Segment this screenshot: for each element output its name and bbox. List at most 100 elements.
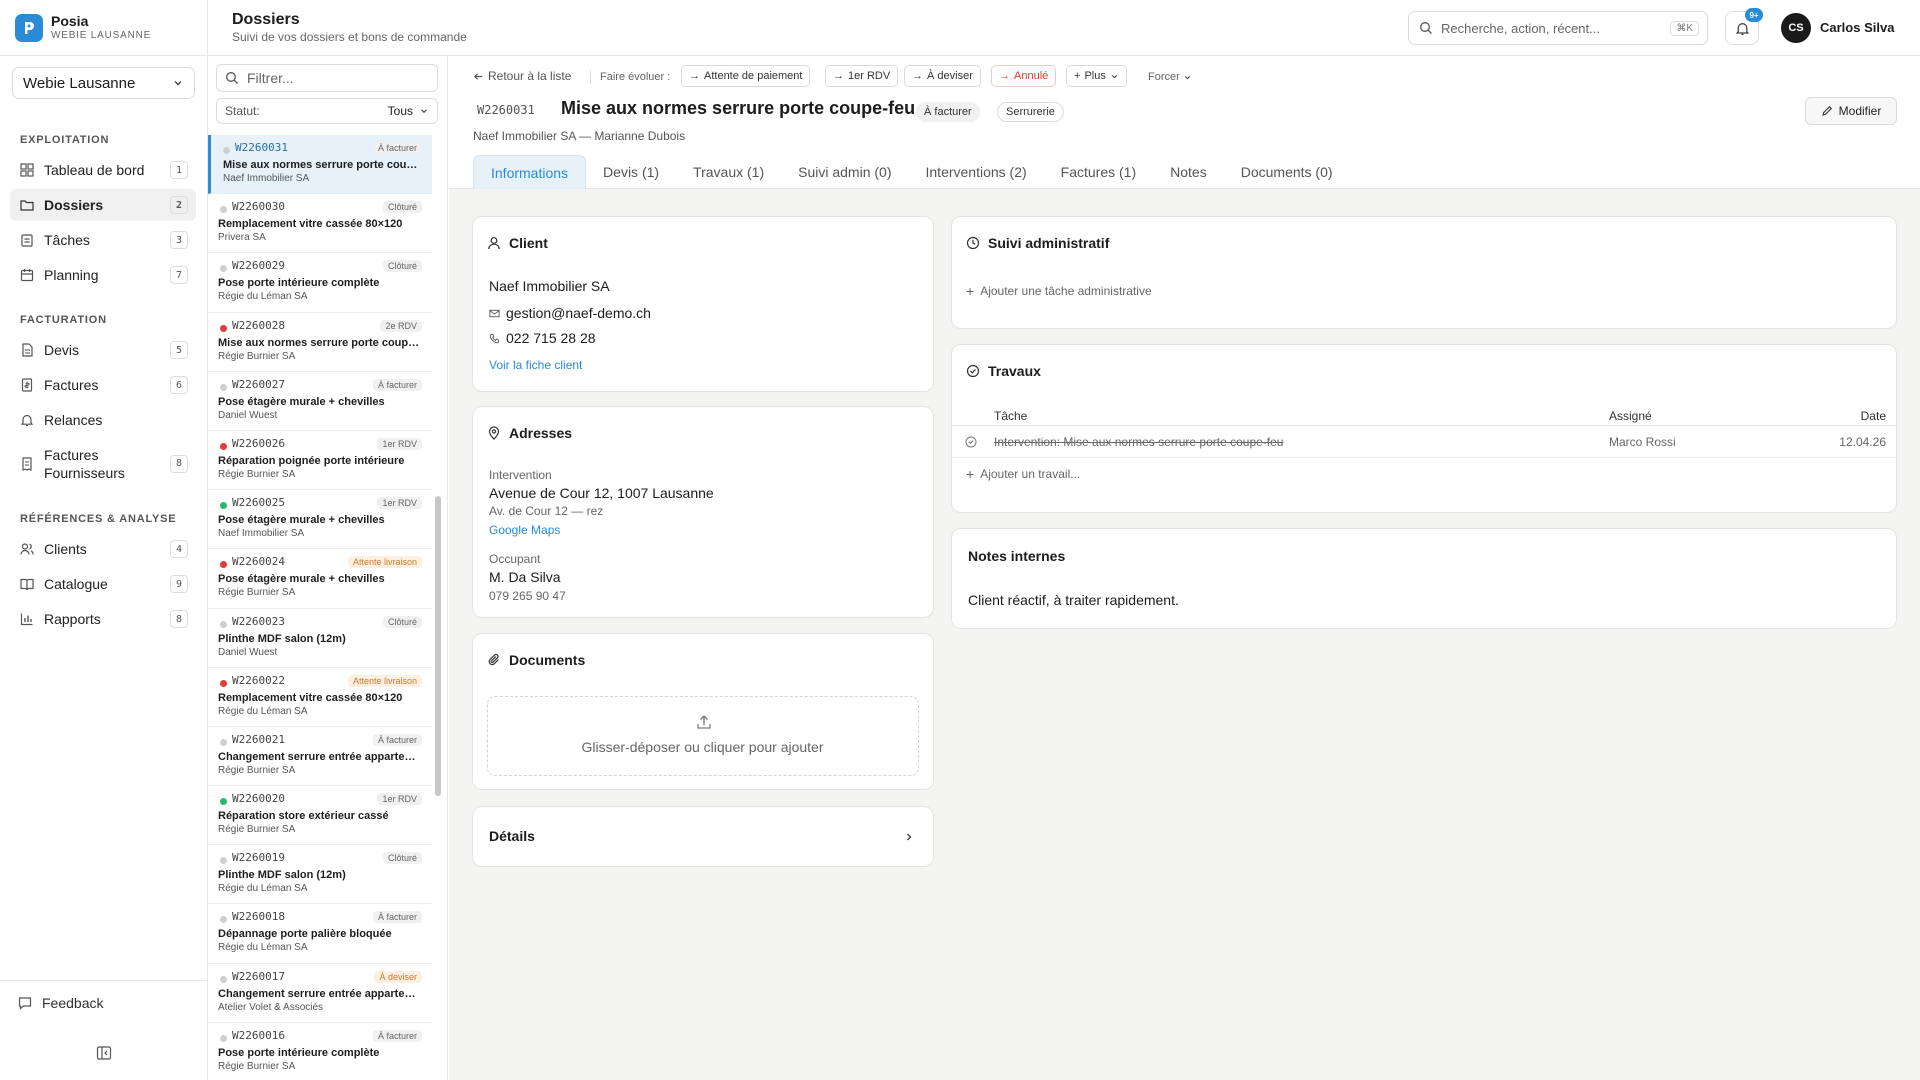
nav-section-facturation: FACTURATION [20, 314, 107, 326]
list-scrollbar[interactable] [435, 496, 441, 796]
list-item[interactable]: W2260019 Clôturé Plinthe MDF salon (12m) Ré… [208, 845, 432, 905]
nav-item-planning[interactable]: Planning 7 [10, 259, 196, 291]
dossier-number: W2260022 [232, 673, 285, 687]
more-actions-button[interactable]: + Plus [1066, 65, 1127, 87]
chip-label: 1er RDV [848, 70, 891, 82]
dossier-title: Mise aux normes serrure porte coupe-feu [561, 98, 916, 118]
evolve-a-deviser-button[interactable]: → À deviser [904, 65, 981, 87]
notes-text[interactable]: Client réactif, à traiter rapidement. [968, 592, 1179, 608]
notifications-badge: 9+ [1745, 8, 1763, 22]
list-item[interactable]: W2260022 Attente livraison Remplacement vi… [208, 668, 432, 727]
document-dropzone[interactable]: Glisser-déposer ou cliquer pour ajouter [487, 696, 919, 776]
status-badge: À facturer [372, 142, 422, 154]
tab-documents[interactable]: Documents (0) [1224, 155, 1350, 189]
evolve-attente-paiement-button[interactable]: → Attente de paiement [681, 65, 811, 87]
list-item[interactable]: W2260031 À facturer Mise aux normes serrur… [208, 135, 432, 195]
list-item[interactable]: W2260026 1er RDV Réparation poignée porte … [208, 431, 432, 491]
back-to-list-link[interactable]: Retour à la liste [473, 69, 571, 83]
divider [590, 70, 591, 84]
occupant-label: Occupant [489, 552, 541, 566]
paperclip-icon [488, 653, 499, 666]
admin-tracking-card: Suivi administratif + Ajouter une tâche … [951, 216, 1897, 329]
tab-devis[interactable]: Devis (1) [586, 155, 676, 189]
brand[interactable]: Posia WEBIE LAUSANNE [0, 0, 207, 56]
nav-item-clients[interactable]: Clients 4 [10, 533, 196, 565]
tab-notes[interactable]: Notes [1153, 155, 1224, 189]
edit-button[interactable]: Modifier [1805, 97, 1897, 125]
status-badge: À facturer [372, 1029, 422, 1042]
table-row[interactable]: Intervention: Mise aux normes serrure po… [952, 426, 1896, 458]
list-item[interactable]: W2260029 Clôturé Pose porte intérieure com… [208, 253, 432, 313]
status-filter-select[interactable]: Statut: Tous [216, 98, 438, 124]
calendar-icon [20, 269, 34, 282]
client-phone[interactable]: 022 715 28 28 [489, 330, 596, 346]
google-maps-link[interactable]: Google Maps [489, 523, 560, 537]
user-name[interactable]: Carlos Silva [1820, 20, 1894, 35]
travaux-assignee: Marco Rossi [1609, 435, 1676, 449]
dossier-number: W2260029 [232, 259, 285, 273]
dossier-title: Mise aux normes serrure porte coupe-feu [223, 159, 422, 171]
sidebar-footer: Feedback [0, 980, 207, 1080]
nav-item-relances[interactable]: Relances [10, 404, 196, 436]
dossier-number: W2260023 [232, 614, 285, 628]
add-admin-task-button[interactable]: + Ajouter une tâche administrative [966, 283, 1152, 299]
notes-card-title: Notes internes [968, 548, 1066, 564]
status-dot [220, 798, 227, 806]
chat-icon [18, 997, 32, 1010]
details-card[interactable]: Détails [472, 806, 934, 867]
tab-factures[interactable]: Factures (1) [1044, 155, 1153, 189]
client-name: Naef Immobilier SA [489, 278, 610, 294]
filter-input[interactable]: Filtrer... [216, 64, 438, 92]
tab-interventions[interactable]: Interventions (2) [909, 155, 1044, 189]
chip-label: À deviser [927, 70, 973, 82]
feedback-button[interactable]: Feedback [18, 995, 103, 1011]
evolve-annule-button[interactable]: → Annulé [991, 65, 1057, 87]
list-item[interactable]: W2260018 À facturer Dépannage porte palièr… [208, 904, 432, 964]
organization-select-value: Webie Lausanne [23, 74, 136, 92]
collapse-sidebar-button[interactable] [96, 1045, 112, 1061]
tab-suivi-admin[interactable]: Suivi admin (0) [781, 155, 908, 189]
list-item[interactable]: W2260025 1er RDV Pose étagère murale + che… [208, 490, 432, 550]
nav-item-devis[interactable]: Devis 5 [10, 334, 196, 366]
tab-informations[interactable]: Informations [473, 155, 587, 189]
nav-item-label: Planning [44, 267, 99, 283]
force-status-button[interactable]: Forcer [1148, 71, 1192, 83]
client-name: Daniel Wuest [218, 409, 278, 421]
dossier-title: Pose porte intérieure complète [218, 277, 380, 290]
evolve-1er-rdv-button[interactable]: → 1er RDV [825, 65, 899, 87]
brand-subtitle: WEBIE LAUSANNE [51, 30, 152, 41]
organization-select[interactable]: Webie Lausanne [12, 67, 195, 99]
list-item[interactable]: W2260017 À deviser Changement serrure entr… [208, 964, 432, 1023]
status-filter-value: Tous [387, 104, 413, 118]
nav-item-factures-fournisseurs[interactable]: Factures Fournisseurs 8 [10, 444, 196, 484]
nav-item-tableau-de-bord[interactable]: Tableau de bord 1 [10, 154, 196, 186]
list-item[interactable]: W2260030 Clôturé Remplacement vitre cassée… [208, 194, 432, 254]
global-search-input[interactable]: Recherche, action, récent... ⌘K [1408, 11, 1708, 45]
arrow-right-icon: → [833, 70, 844, 82]
nav-item-rapports[interactable]: Rapports 8 [10, 603, 196, 635]
detail-header: Retour à la liste Faire évoluer : → Atte… [449, 56, 1920, 189]
list-item[interactable]: W2260016 À facturer Pose porte intérieure … [208, 1023, 432, 1080]
avatar[interactable]: CS [1781, 13, 1811, 43]
list-item[interactable]: W2260027 À facturer Pose étagère murale + … [208, 372, 432, 431]
tab-travaux[interactable]: Travaux (1) [676, 155, 781, 189]
nav-item-dossiers[interactable]: Dossiers 2 [10, 189, 196, 221]
list-item[interactable]: W2260028 2e RDV Mise aux normes serrure po… [208, 313, 432, 372]
list-item[interactable]: W2260021 À facturer Changement serrure ent… [208, 727, 432, 787]
client-email[interactable]: gestion@naef-demo.ch [489, 305, 651, 321]
status-badge: Clôturé [382, 260, 422, 273]
list-item[interactable]: W2260023 Clôturé Plinthe MDF salon (12m) Da… [208, 609, 432, 668]
nav-item-label: Rapports [44, 611, 101, 627]
force-label: Forcer [1148, 71, 1180, 83]
nav-item-factures[interactable]: Factures 6 [10, 369, 196, 401]
travaux-header-assignee: Assigné [1609, 409, 1652, 423]
list-item[interactable]: W2260024 Attente livraison Pose étagère mu… [208, 549, 432, 609]
list-item[interactable]: W2260020 1er RDV Réparation store extérieu… [208, 786, 432, 846]
nav-item-label: Factures [44, 377, 99, 393]
nav-item-taches[interactable]: Tâches 3 [10, 224, 196, 256]
bell-ring-icon [20, 414, 34, 427]
nav-item-catalogue[interactable]: Catalogue 9 [10, 568, 196, 600]
add-travail-button[interactable]: + Ajouter un travail... [966, 466, 1080, 482]
view-client-link[interactable]: Voir la fiche client [489, 358, 582, 372]
shortcut-key: 4 [170, 540, 188, 558]
